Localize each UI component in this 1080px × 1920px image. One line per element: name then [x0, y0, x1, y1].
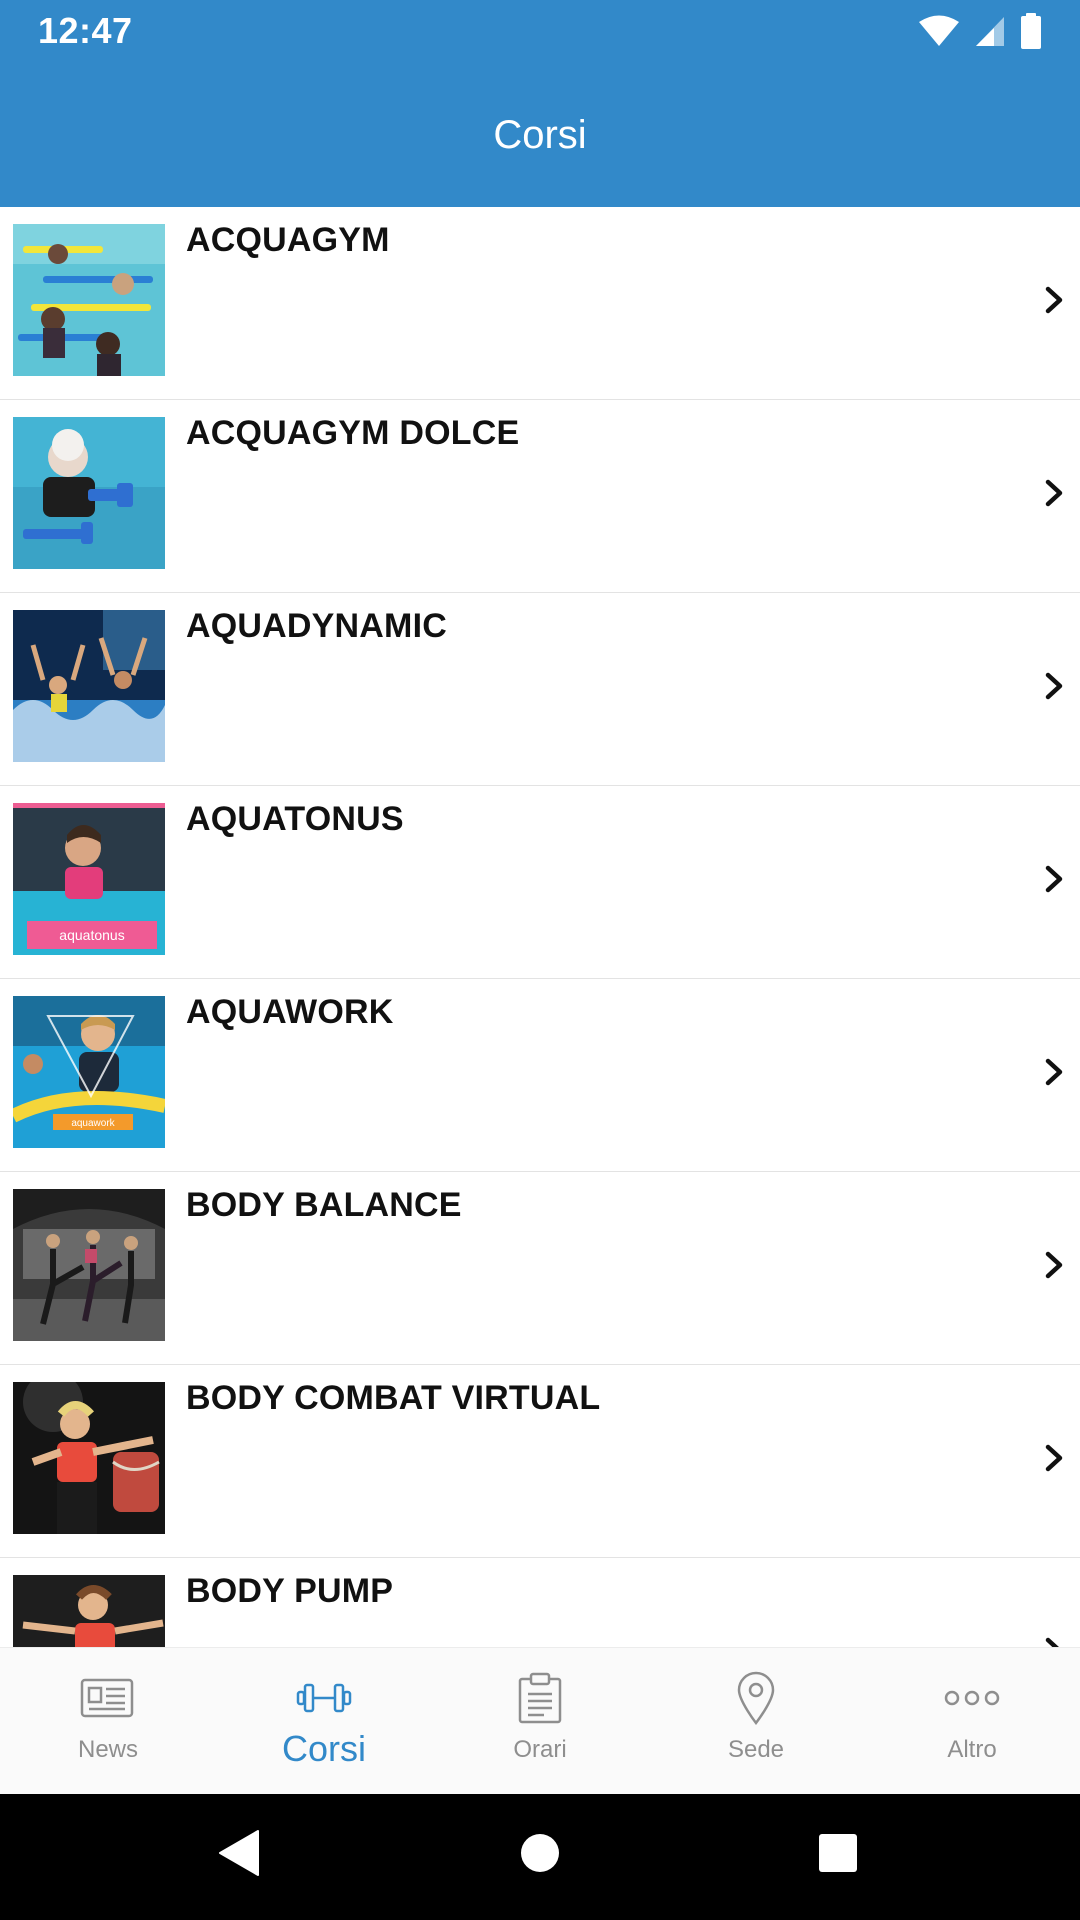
course-row-aquadynamic[interactable]: AQUADYNAMIC: [0, 593, 1080, 786]
course-row-acquagym[interactable]: ACQUAGYM: [0, 207, 1080, 400]
course-name: ACQUAGYM: [186, 221, 390, 259]
course-thumbnail: [13, 1382, 165, 1534]
thumbnail-logo-text: aquawork: [71, 1118, 115, 1129]
tab-label: Sede: [727, 1736, 785, 1763]
chevron-right-icon: [1045, 672, 1063, 700]
tab-label: Orari: [513, 1736, 567, 1763]
course-row-body-combat-virtual[interactable]: BODY COMBAT VIRTUAL: [0, 1365, 1080, 1558]
status-time: 12:47: [38, 10, 133, 51]
cell-signal-icon: [976, 17, 1004, 46]
tab-label: News: [77, 1736, 138, 1763]
course-row-body-pump[interactable]: BODY PUMP: [0, 1558, 1080, 1647]
tab-altro[interactable]: Altro: [864, 1648, 1080, 1794]
course-name: ACQUAGYM DOLCE: [186, 414, 520, 452]
newspaper-icon: [78, 1670, 138, 1726]
course-name: BODY BALANCE: [186, 1186, 462, 1224]
course-thumbnail: [13, 610, 165, 762]
course-row-acquagym-dolce[interactable]: ACQUAGYM DOLCE: [0, 400, 1080, 593]
course-thumbnail: [13, 1575, 165, 1647]
home-icon[interactable]: [519, 1829, 561, 1877]
app-bar: Corsi: [0, 63, 1080, 207]
course-name: BODY COMBAT VIRTUAL: [186, 1379, 601, 1417]
tab-news[interactable]: News: [0, 1648, 216, 1794]
course-thumbnail: [13, 1189, 165, 1341]
tab-label: Altro: [947, 1736, 997, 1763]
system-nav-bar: [0, 1794, 1080, 1920]
bottom-nav: News Corsi Orari Sede Altro: [0, 1647, 1080, 1794]
course-list[interactable]: ACQUAGYM ACQUAGYM DOLCE AQUADYNAMIC aqua…: [0, 207, 1080, 1647]
wifi-icon: [919, 15, 959, 46]
chevron-right-icon: [1045, 1444, 1063, 1472]
course-row-body-balance[interactable]: BODY BALANCE: [0, 1172, 1080, 1365]
status-icons: [918, 12, 1042, 50]
recents-icon[interactable]: [816, 1829, 860, 1877]
tab-sede[interactable]: Sede: [648, 1648, 864, 1794]
page-title: Corsi: [493, 112, 587, 157]
dumbbell-icon: [294, 1670, 354, 1726]
more-dots-icon: [942, 1670, 1002, 1726]
course-thumbnail: [13, 417, 165, 569]
course-name: AQUADYNAMIC: [186, 607, 447, 645]
course-name: AQUAWORK: [186, 993, 394, 1031]
tab-orari[interactable]: Orari: [432, 1648, 648, 1794]
clipboard-icon: [510, 1670, 570, 1726]
course-thumbnail: aquawork: [13, 996, 165, 1148]
battery-icon: [1021, 13, 1041, 49]
chevron-right-icon: [1045, 1058, 1063, 1086]
tab-label: Corsi: [281, 1728, 366, 1769]
chevron-right-icon: [1045, 865, 1063, 893]
status-bar: 12:47: [0, 0, 1080, 63]
chevron-right-icon: [1045, 286, 1063, 314]
course-name: AQUATONUS: [186, 800, 404, 838]
course-row-aquatonus[interactable]: aquatonus AQUATONUS: [0, 786, 1080, 979]
chevron-right-icon: [1045, 479, 1063, 507]
chevron-right-icon: [1045, 1637, 1059, 1647]
chevron-right-icon: [1045, 1251, 1063, 1279]
tab-corsi[interactable]: Corsi: [216, 1648, 432, 1794]
back-icon[interactable]: [218, 1829, 260, 1877]
course-thumbnail: [13, 224, 165, 376]
location-pin-icon: [726, 1670, 786, 1726]
thumbnail-logo-text: aquatonus: [59, 927, 124, 943]
course-row-aquawork[interactable]: aquawork AQUAWORK: [0, 979, 1080, 1172]
course-thumbnail: aquatonus: [13, 803, 165, 955]
course-name: BODY PUMP: [186, 1572, 394, 1610]
